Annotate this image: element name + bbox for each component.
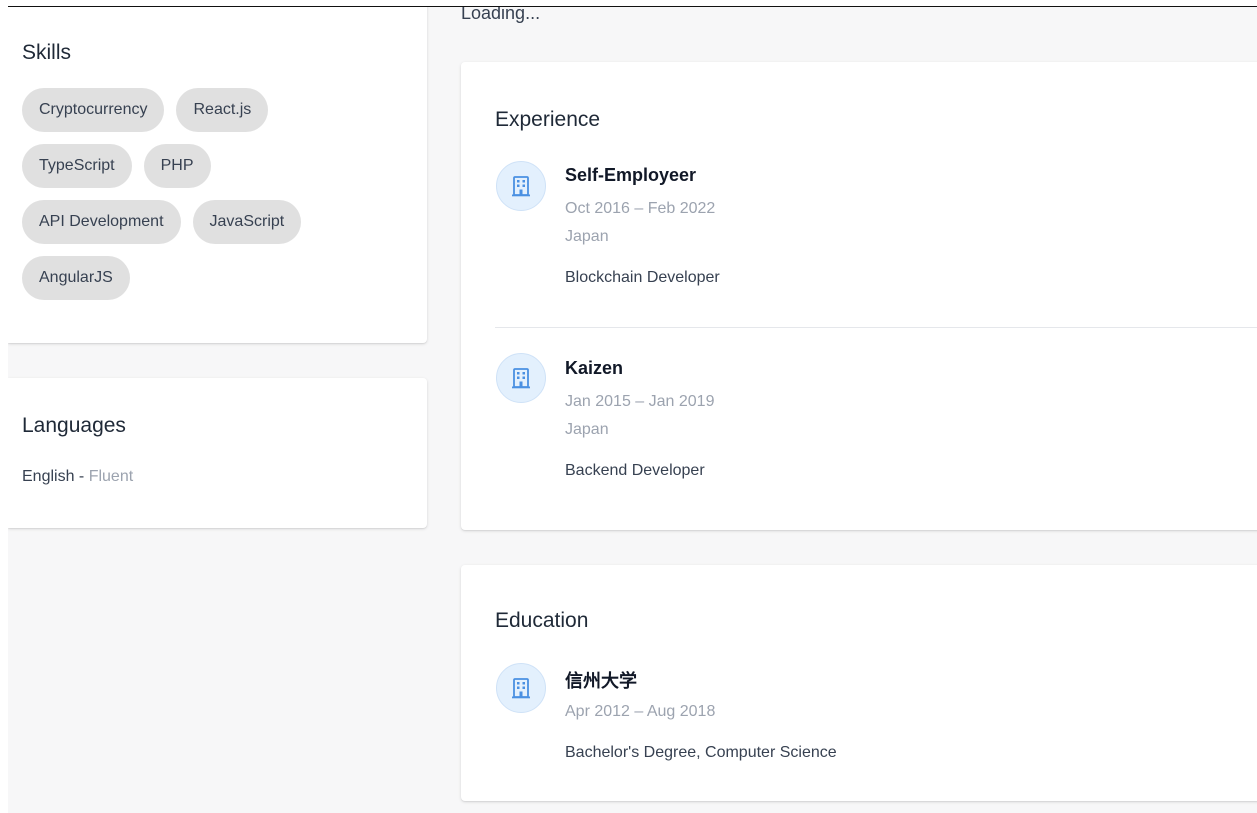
skill-chip[interactable]: JavaScript: [192, 200, 302, 244]
education-dates: Apr 2012 – Aug 2018: [565, 703, 716, 720]
building-icon-glyph: [512, 368, 530, 389]
skills-chip-row: Cryptocurrency React.js: [22, 88, 422, 132]
building-icon: [496, 353, 546, 403]
experience-role: Backend Developer: [565, 462, 705, 479]
building-icon: [496, 663, 546, 713]
language-separator: -: [74, 468, 89, 485]
experience-dates: Jan 2015 – Jan 2019: [565, 393, 715, 410]
education-title: Education: [495, 609, 589, 632]
skill-chip[interactable]: API Development: [22, 200, 181, 244]
language-item: English - Fluent: [22, 468, 133, 486]
building-icon-glyph: [512, 176, 530, 197]
skill-chip[interactable]: AngularJS: [22, 256, 130, 300]
skill-chip[interactable]: React.js: [176, 88, 269, 132]
experience-title: Experience: [495, 108, 601, 131]
skills-chip-list: Cryptocurrency React.js TypeScript PHP A…: [22, 88, 422, 312]
language-name: English: [22, 468, 75, 485]
skills-chip-row: API Development JavaScript: [22, 200, 422, 244]
skill-chip[interactable]: TypeScript: [22, 144, 132, 188]
experience-location: Japan: [565, 421, 609, 438]
education-degree: Bachelor's Degree, Computer Science: [565, 744, 837, 761]
education-school: 信州大学: [565, 671, 637, 691]
skill-chip[interactable]: Cryptocurrency: [22, 88, 165, 132]
languages-title: Languages: [22, 414, 126, 437]
loading-indicator: Loading...: [461, 7, 541, 23]
skill-chip[interactable]: PHP: [143, 144, 211, 188]
experience-company: Self-Employeer: [565, 165, 697, 185]
skills-chip-row: TypeScript PHP: [22, 144, 422, 188]
experience-role: Blockchain Developer: [565, 269, 720, 286]
language-level: Fluent: [88, 468, 134, 485]
experience-dates: Oct 2016 – Feb 2022: [565, 200, 716, 217]
skills-title: Skills: [22, 41, 72, 64]
skills-chip-row: AngularJS: [22, 256, 422, 300]
experience-company: Kaizen: [565, 358, 624, 378]
profile-page: Skills Cryptocurrency React.js TypeScrip…: [8, 7, 1257, 813]
experience-card: [461, 62, 1257, 530]
experience-divider: [495, 327, 1257, 328]
building-icon: [496, 161, 546, 211]
experience-location: Japan: [565, 228, 609, 245]
languages-card: [8, 378, 427, 528]
building-icon-glyph: [512, 678, 530, 699]
